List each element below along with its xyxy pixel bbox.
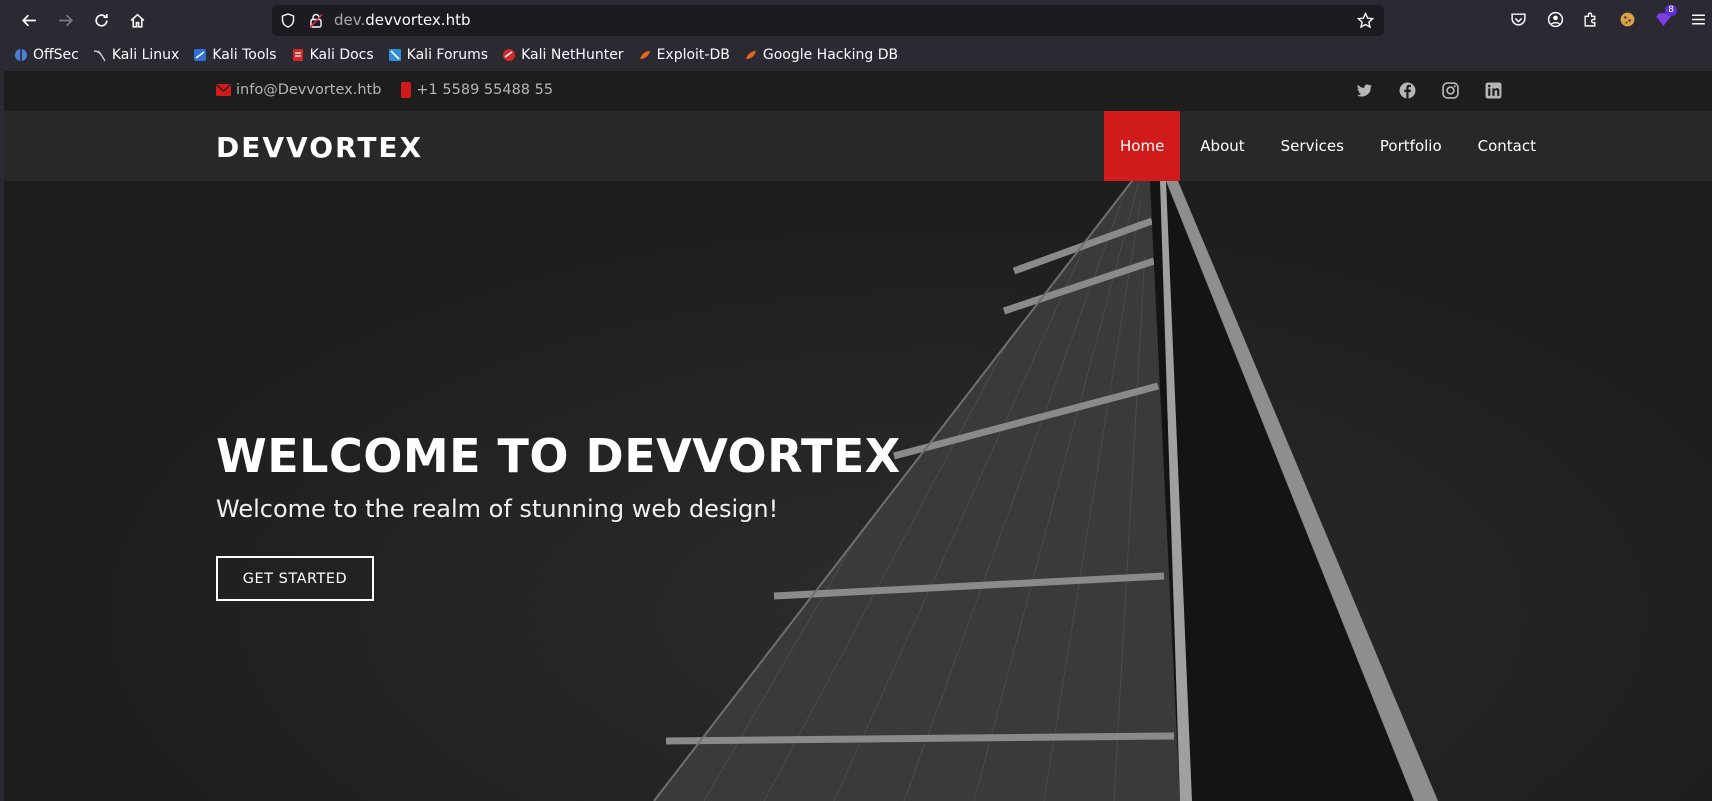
phone-icon bbox=[401, 82, 412, 98]
instagram-icon[interactable] bbox=[1442, 82, 1459, 99]
extension-wappalyzer-button[interactable]: 8 bbox=[1653, 5, 1677, 29]
nav-services[interactable]: Services bbox=[1265, 111, 1360, 181]
home-button[interactable] bbox=[122, 7, 152, 33]
puzzle-icon bbox=[1583, 12, 1595, 27]
kali-docs-icon bbox=[292, 49, 303, 61]
url-text[interactable]: dev.devvortex.htb bbox=[334, 11, 470, 29]
url-subdomain: dev. bbox=[334, 11, 366, 29]
hero-title: WELCOME TO DEVVORTEX bbox=[216, 429, 901, 483]
get-started-button[interactable]: GET STARTED bbox=[216, 556, 374, 601]
nav-contact[interactable]: Contact bbox=[1462, 111, 1552, 181]
bookmark-exploit-db[interactable]: Exploit-DB bbox=[638, 44, 730, 66]
kali-tools-icon bbox=[194, 49, 207, 61]
bookmark-google-hacking-db[interactable]: Google Hacking DB bbox=[744, 44, 898, 66]
home-icon bbox=[130, 13, 144, 28]
nav-home[interactable]: Home bbox=[1104, 111, 1181, 181]
social-links bbox=[1356, 82, 1502, 99]
account-button[interactable] bbox=[1545, 9, 1565, 29]
forward-arrow-icon bbox=[58, 14, 73, 26]
envelope-icon bbox=[216, 84, 231, 96]
contact-info: info@Devvortex.htb +1 5589 55488 55 bbox=[216, 82, 553, 98]
bookmark-kali-forums[interactable]: Kali Forums bbox=[388, 44, 488, 66]
bookmark-label: Kali NetHunter bbox=[521, 47, 624, 63]
url-domain: devvortex.htb bbox=[365, 11, 471, 29]
bookmark-offsec[interactable]: OffSec bbox=[14, 44, 79, 66]
extensions-button[interactable] bbox=[1580, 9, 1600, 29]
site-logo[interactable]: DEVVORTEX bbox=[216, 131, 423, 164]
ghdb-icon bbox=[745, 51, 756, 59]
bookmark-label: OffSec bbox=[33, 47, 79, 63]
app-menu-button[interactable] bbox=[1688, 9, 1708, 29]
bookmark-kali-tools[interactable]: Kali Tools bbox=[193, 44, 277, 66]
bookmark-label: Kali Docs bbox=[309, 47, 374, 63]
nav-about[interactable]: About bbox=[1184, 111, 1260, 181]
bookmark-kali-nethunter[interactable]: Kali NetHunter bbox=[502, 44, 624, 66]
pocket-icon bbox=[1510, 12, 1526, 26]
browser-chrome: dev.devvortex.htb 8 OffSec Kali Linux Ka… bbox=[0, 0, 1712, 71]
email-link[interactable]: info@Devvortex.htb bbox=[236, 82, 381, 98]
facebook-icon[interactable] bbox=[1399, 82, 1416, 99]
tracking-shield-icon[interactable] bbox=[280, 12, 296, 29]
nethunter-icon bbox=[503, 49, 516, 61]
phone-number: +1 5589 55488 55 bbox=[416, 82, 554, 98]
hero-section: WELCOME TO DEVVORTEX Welcome to the real… bbox=[4, 181, 1712, 801]
back-arrow-icon bbox=[21, 14, 36, 26]
top-contact-bar: info@Devvortex.htb +1 5589 55488 55 bbox=[4, 71, 1712, 111]
back-button[interactable] bbox=[14, 7, 44, 33]
bookmark-kali-docs[interactable]: Kali Docs bbox=[291, 44, 374, 66]
bookmark-label: Kali Forums bbox=[406, 47, 489, 63]
nav-portfolio[interactable]: Portfolio bbox=[1364, 111, 1458, 181]
address-bar[interactable]: dev.devvortex.htb bbox=[272, 5, 1384, 36]
kali-forums-icon bbox=[388, 49, 401, 61]
extension-badge: 8 bbox=[1665, 5, 1677, 16]
account-icon bbox=[1547, 11, 1563, 27]
hero-building-image bbox=[653, 181, 1438, 801]
reload-icon bbox=[94, 13, 108, 27]
main-nav: Home About Services Portfolio Contact bbox=[1104, 111, 1556, 181]
cookie-icon bbox=[1620, 12, 1634, 26]
hamburger-menu-icon bbox=[1691, 13, 1705, 25]
reload-button[interactable] bbox=[86, 7, 116, 33]
hero-subtitle: Welcome to the realm of stunning web des… bbox=[216, 495, 779, 523]
phone-info: +1 5589 55488 55 bbox=[401, 82, 553, 98]
linkedin-icon[interactable] bbox=[1485, 82, 1502, 99]
site-header: DEVVORTEX Home About Services Portfolio … bbox=[4, 111, 1712, 181]
bookmark-label: Kali Linux bbox=[111, 47, 180, 63]
kali-dragon-icon bbox=[93, 50, 106, 62]
pocket-button[interactable] bbox=[1508, 9, 1528, 29]
web-page: info@Devvortex.htb +1 5589 55488 55 DEVV… bbox=[4, 71, 1712, 801]
extension-cookie-button[interactable] bbox=[1617, 9, 1637, 29]
bookmark-kali-linux[interactable]: Kali Linux bbox=[93, 44, 179, 66]
twitter-icon[interactable] bbox=[1356, 82, 1373, 99]
forward-button[interactable] bbox=[50, 7, 80, 33]
bookmark-label: Google Hacking DB bbox=[762, 47, 899, 63]
insecure-lock-icon[interactable] bbox=[308, 12, 324, 29]
bookmark-label: Kali Tools bbox=[212, 47, 277, 63]
offsec-icon bbox=[15, 49, 27, 61]
bookmark-label: Exploit-DB bbox=[656, 47, 730, 63]
bookmark-star-icon[interactable] bbox=[1357, 12, 1374, 29]
exploit-db-icon bbox=[639, 51, 650, 59]
bookmarks-toolbar: OffSec Kali Linux Kali Tools Kali Docs K… bbox=[14, 44, 898, 66]
